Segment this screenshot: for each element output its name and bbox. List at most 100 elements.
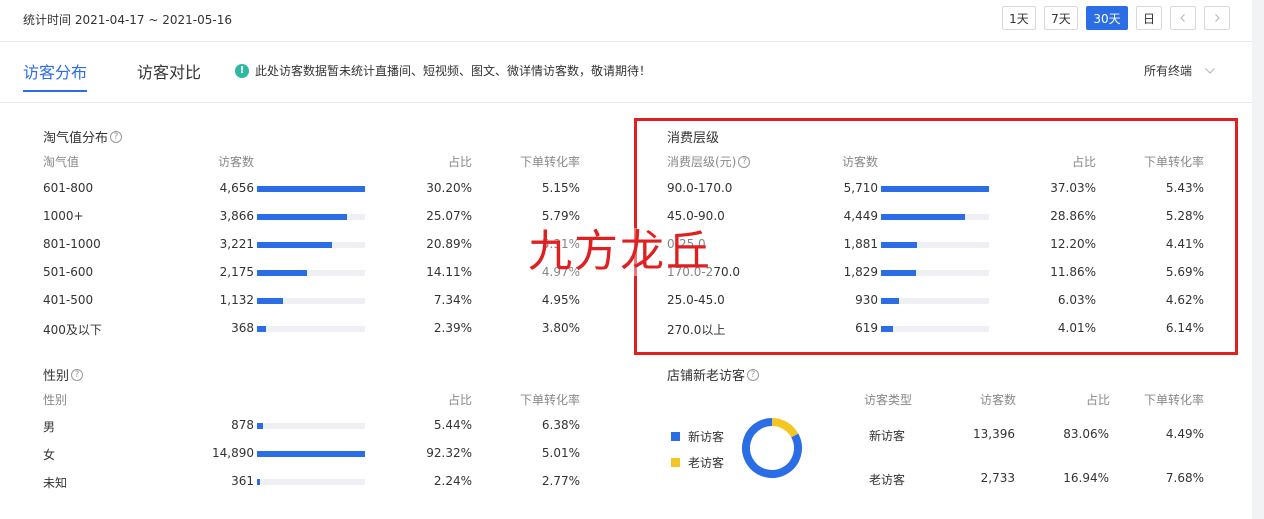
prev-period-button[interactable] [1170,6,1196,30]
bar-fill [257,479,260,485]
taoqi-header-conv: 下单转化率 [519,155,580,169]
tab-bar: 访客分布 访客对比 ! 此处访客数据暂未统计直播间、短视频、图文、微详情访客数，… [0,42,1252,103]
bar-track [257,242,365,248]
stat-time: 统计时间 2021-04-17 ~ 2021-05-16 [23,13,232,27]
bar-track [257,298,365,304]
bar-fill [257,242,332,248]
row-conv: 5.01% [541,446,580,460]
bar-fill [257,326,266,332]
row-label: 未知 [43,476,68,490]
bar-track [257,423,365,429]
row-conv: 6.38% [541,418,580,432]
notice-text: 此处访客数据暂未统计直播间、短视频、图文、微详情访客数，敬请期待！ [255,64,652,78]
row-share: 5.44% [433,418,472,432]
range-1day-button[interactable]: 1天 [1002,6,1036,30]
taoqi-title: 淘气值分布 [43,131,109,146]
terminal-select-value: 所有终端 [1144,64,1193,78]
highlight-box [634,118,1238,355]
visitor-type-donut [742,418,802,478]
newold-header-share: 占比 [1085,393,1110,407]
row-visitors: 3,221 [219,237,254,251]
newold-section-title: 店铺新老访客 ? [667,365,760,384]
help-icon[interactable]: ? [747,368,760,381]
range-day-button[interactable]: 日 [1136,6,1162,30]
help-icon[interactable]: ? [110,130,123,143]
row-conv: 5.79% [541,209,580,223]
legend-swatch [671,458,680,467]
range-buttons: 1天 7天 30天 日 [1002,6,1238,30]
gender-header-share: 占比 [447,393,472,407]
bar-fill [257,186,365,192]
row-visitors: 13,396 [973,427,1015,441]
row-conv: 5.15% [541,181,580,195]
chevron-right-icon [1215,14,1220,22]
row-label: 601-800 [43,181,94,195]
terminal-select[interactable]: 所有终端 [1144,62,1216,79]
taoqi-header-label: 淘气值 [43,155,80,169]
row-visitors: 4,656 [219,181,254,195]
range-30day-button[interactable]: 30天 [1086,6,1128,30]
newold-header-type: 访客类型 [864,393,913,407]
legend-old-visitor[interactable]: 老访客 [671,454,724,471]
row-label: 401-500 [43,293,94,307]
newold-header-conv: 下单转化率 [1143,393,1204,407]
row-conv: 7.68% [1165,471,1204,485]
bar-fill [257,423,264,429]
row-label: 男 [43,420,56,434]
bar-track [257,186,365,192]
row-share: 92.32% [426,446,472,460]
row-visitors: 1,132 [219,293,254,307]
chevron-down-icon [1204,68,1215,74]
taoqi-header-visitors: 访客数 [218,155,255,169]
row-label: 女 [43,448,56,462]
row-visitors: 2,175 [219,265,254,279]
row-share: 2.24% [433,474,472,488]
row-label: 501-600 [43,265,94,279]
row-label: 新访客 [869,429,906,443]
row-conv: 3.80% [541,321,580,335]
row-visitors: 3,866 [219,209,254,223]
legend-label: 新访客 [688,430,725,444]
gender-header-conv: 下单转化率 [519,393,580,407]
row-share: 83.06% [1063,427,1109,441]
row-label: 801-1000 [43,237,101,251]
row-share: 16.94% [1063,471,1109,485]
top-bar: 统计时间 2021-04-17 ~ 2021-05-16 1天 7天 30天 日 [0,0,1252,42]
newold-header-visitors: 访客数 [979,393,1016,407]
watermark-text: 九方龙丘 [528,226,712,277]
page: 统计时间 2021-04-17 ~ 2021-05-16 1天 7天 30天 日… [0,0,1252,519]
bar-fill [257,298,284,304]
gender-header-label: 性别 [43,393,68,407]
range-7day-button[interactable]: 7天 [1044,6,1078,30]
info-icon: ! [235,63,249,78]
row-visitors: 878 [231,418,254,432]
gender-section-title: 性别 ? [43,365,84,384]
tab-visitor-comparison[interactable]: 访客对比 [137,59,201,83]
row-share: 25.07% [426,209,472,223]
legend-new-visitor[interactable]: 新访客 [671,428,724,445]
row-visitors: 14,890 [212,446,254,460]
gender-title: 性别 [43,369,70,384]
row-label: 1000+ [43,209,84,223]
next-period-button[interactable] [1204,6,1230,30]
row-label: 400及以下 [43,323,102,337]
row-label: 老访客 [869,473,906,487]
help-icon[interactable]: ? [71,368,84,381]
row-conv: 2.77% [541,474,580,488]
legend-swatch [671,432,680,441]
row-conv: 4.49% [1165,427,1204,441]
row-conv: 4.95% [541,293,580,307]
row-share: 7.34% [433,293,472,307]
bar-track [257,326,365,332]
bar-track [257,479,365,485]
row-share: 30.20% [426,181,472,195]
active-tab-underline [23,90,87,92]
bar-track [257,451,365,457]
row-visitors: 368 [231,321,254,335]
tab-visitor-distribution[interactable]: 访客分布 [23,59,87,83]
notice: ! 此处访客数据暂未统计直播间、短视频、图文、微详情访客数，敬请期待！ [235,62,651,79]
taoqi-section-title: 淘气值分布 ? [43,127,123,146]
chevron-left-icon [1180,14,1185,22]
bar-track [257,270,365,276]
bar-fill [257,270,308,276]
